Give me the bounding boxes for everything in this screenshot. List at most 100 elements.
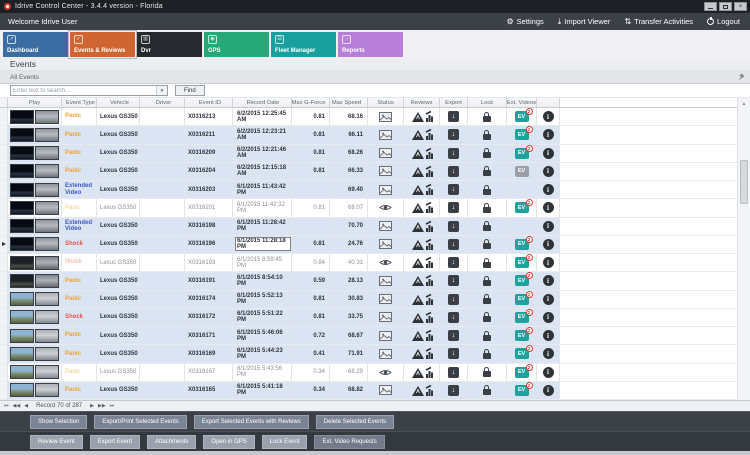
video-thumbnail-cabin[interactable] xyxy=(35,127,59,142)
video-thumbnail-cabin[interactable] xyxy=(35,255,59,270)
reviews-cell[interactable] xyxy=(404,144,440,162)
lock-icon[interactable] xyxy=(483,385,491,396)
ext-videos-cell[interactable]: EV 2 xyxy=(507,199,537,217)
ext-videos-cell[interactable]: EV 2 xyxy=(507,235,537,253)
lock-cell[interactable] xyxy=(468,235,507,253)
info-icon[interactable] xyxy=(542,202,554,214)
lock-cell[interactable] xyxy=(468,290,507,308)
next-record-button[interactable]: ▶ xyxy=(90,403,94,409)
ev-badge[interactable]: EV 2 xyxy=(514,235,533,250)
ev-badge[interactable]: EV 2 xyxy=(514,363,533,378)
play-cell[interactable] xyxy=(8,345,62,363)
ext-videos-cell[interactable]: EV 2 xyxy=(507,108,537,126)
tab-gps[interactable]: ◉ GPS xyxy=(204,31,269,57)
lock-icon[interactable] xyxy=(483,184,491,195)
video-thumbnail-front[interactable] xyxy=(10,164,34,179)
show-selection-button[interactable]: Show Selection xyxy=(30,414,88,429)
lock-cell[interactable] xyxy=(468,144,507,162)
info-cell[interactable] xyxy=(537,345,560,363)
ext-videos-cell[interactable]: EV 2 xyxy=(507,126,537,144)
col-export[interactable]: Export xyxy=(440,98,468,107)
info-cell[interactable] xyxy=(537,290,560,308)
video-thumbnail-front[interactable] xyxy=(10,365,34,380)
col-max-speed[interactable]: Max Speed xyxy=(330,98,368,107)
info-icon[interactable] xyxy=(542,111,554,123)
export-icon[interactable] xyxy=(448,165,459,177)
export-icon[interactable] xyxy=(448,238,459,250)
export-cell[interactable] xyxy=(440,363,468,381)
attachments-button[interactable]: Attachments xyxy=(147,434,197,449)
export-cell[interactable] xyxy=(440,345,468,363)
lock-cell[interactable] xyxy=(468,345,507,363)
table-row[interactable]: Panic Lexus GS350 X0316209 6/2/2015 12:2… xyxy=(0,144,737,163)
close-button[interactable]: × xyxy=(734,2,747,11)
delete-selected-button[interactable]: Delete Selected Events xyxy=(315,414,395,429)
reviews-cell[interactable] xyxy=(404,272,440,290)
logout-button[interactable]: Logout xyxy=(707,17,740,26)
scroll-up-icon[interactable]: ▲ xyxy=(738,98,750,109)
info-icon[interactable] xyxy=(542,238,554,250)
export-icon[interactable] xyxy=(448,257,459,269)
ext-videos-cell[interactable]: EV 2 xyxy=(507,308,537,326)
reviews-cell[interactable] xyxy=(404,290,440,308)
settings-button[interactable]: ⚙ Settings xyxy=(506,17,543,26)
table-row[interactable]: Panic Lexus GS350 X0316191 6/1/2015 8:54… xyxy=(0,272,737,291)
play-cell[interactable] xyxy=(8,290,62,308)
tab-fleet-manager[interactable]: ⊟ Fleet Manager xyxy=(271,31,336,57)
lock-icon[interactable] xyxy=(483,257,491,268)
reviews-cell[interactable] xyxy=(404,199,440,217)
export-event-button[interactable]: Export Event xyxy=(89,434,141,449)
video-thumbnail-front[interactable] xyxy=(10,273,34,288)
reviews-cell[interactable] xyxy=(404,217,440,235)
export-print-selected-button[interactable]: Export/Print Selected Events xyxy=(94,414,187,429)
reviews-cell[interactable] xyxy=(404,308,440,326)
info-icon[interactable] xyxy=(542,348,554,360)
info-icon[interactable] xyxy=(542,257,554,269)
lock-icon[interactable] xyxy=(483,275,491,286)
lock-icon[interactable] xyxy=(483,239,491,250)
play-cell[interactable] xyxy=(8,126,62,144)
col-lock[interactable]: Lock xyxy=(468,98,507,107)
video-thumbnail-cabin[interactable] xyxy=(35,109,59,124)
export-icon[interactable] xyxy=(448,293,459,305)
vertical-scrollbar[interactable]: ▲ xyxy=(737,98,750,400)
export-cell[interactable] xyxy=(440,126,468,144)
reviews-cell[interactable] xyxy=(404,181,440,199)
lock-icon[interactable] xyxy=(483,166,491,177)
pin-icon[interactable] xyxy=(737,73,745,81)
video-thumbnail-front[interactable] xyxy=(10,182,34,197)
ev-badge[interactable]: EV 2 xyxy=(514,345,533,360)
export-cell[interactable] xyxy=(440,254,468,272)
export-cell[interactable] xyxy=(440,381,468,399)
info-cell[interactable] xyxy=(537,381,560,399)
video-thumbnail-front[interactable] xyxy=(10,146,34,161)
lock-cell[interactable] xyxy=(468,308,507,326)
reviews-cell[interactable] xyxy=(404,126,440,144)
video-thumbnail-front[interactable] xyxy=(10,255,34,270)
video-thumbnail-cabin[interactable] xyxy=(35,383,59,398)
table-row[interactable]: Panic Lexus GS350 X0316171 6/1/2015 5:46… xyxy=(0,327,737,346)
lock-icon[interactable] xyxy=(483,294,491,305)
play-cell[interactable] xyxy=(8,254,62,272)
info-icon[interactable] xyxy=(542,184,554,196)
lock-cell[interactable] xyxy=(468,162,507,180)
ev-badge[interactable]: EV 2 xyxy=(514,381,533,396)
prev-record-button[interactable]: ◀ xyxy=(24,403,28,409)
maximize-button[interactable] xyxy=(719,2,732,11)
table-row[interactable]: Shock Lexus GS350 X0316193 6/1/2015 8:59… xyxy=(0,254,737,273)
export-icon[interactable] xyxy=(448,366,459,378)
reviews-cell[interactable] xyxy=(404,162,440,180)
export-cell[interactable] xyxy=(440,144,468,162)
export-cell[interactable] xyxy=(440,181,468,199)
video-thumbnail-front[interactable] xyxy=(10,292,34,307)
tab-events-reviews[interactable]: ✓ Events & Reviews xyxy=(68,29,137,59)
lock-icon[interactable] xyxy=(483,330,491,341)
open-in-gps-button[interactable]: Open in GPS xyxy=(203,434,255,449)
table-row[interactable]: Panic Lexus GS350 X0316174 6/1/2015 5:52… xyxy=(0,290,737,309)
col-event-type[interactable]: Event Type xyxy=(62,98,97,107)
video-thumbnail-cabin[interactable] xyxy=(35,164,59,179)
lock-icon[interactable] xyxy=(483,202,491,213)
lock-cell[interactable] xyxy=(468,327,507,345)
info-cell[interactable] xyxy=(537,217,560,235)
col-event-id[interactable]: Event ID xyxy=(185,98,233,107)
